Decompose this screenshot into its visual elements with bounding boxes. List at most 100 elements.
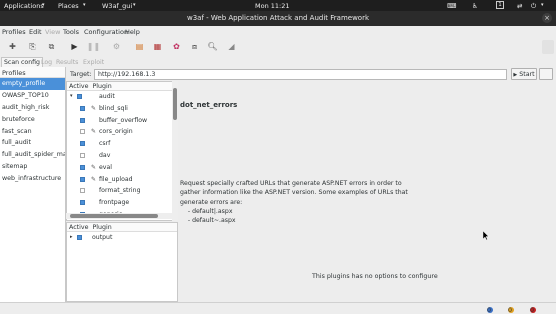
plugin-row[interactable]: csrf	[67, 138, 177, 150]
plugin-description: Request specially crafted URLs that gene…	[180, 180, 408, 225]
profiles-header: Profiles	[0, 67, 65, 78]
chevron-down-icon: ▾	[133, 1, 136, 8]
plugin-group-row[interactable]: ▾ audit	[67, 91, 177, 103]
app-menu[interactable]: W3af_gui	[102, 2, 132, 10]
plugin-row[interactable]: ✎ blind_sqli	[67, 103, 177, 115]
menu-tools[interactable]: Tools	[63, 28, 79, 36]
target-label: Target:	[70, 71, 92, 78]
profile-item[interactable]: web_infrastructure	[0, 173, 65, 185]
plugin-checkbox[interactable]	[80, 188, 85, 194]
close-icon[interactable]: ×	[542, 13, 552, 23]
proxy-icon[interactable]: ◢	[225, 40, 238, 53]
plugin-name: frontpage	[99, 199, 130, 207]
menu-bar: Profiles Edit View Tools Configuration H…	[0, 26, 556, 38]
column-plugin[interactable]: Plugin	[93, 224, 112, 231]
plugin-row[interactable]: ✎ file_upload	[67, 174, 177, 186]
plugin-checkbox[interactable]	[80, 129, 85, 135]
tab-exploit[interactable]: Exploit	[80, 57, 107, 67]
plugin-row[interactable]: ✎ eval	[67, 162, 177, 174]
column-active[interactable]: Active	[69, 83, 88, 90]
chevron-down-icon: ▾	[83, 1, 86, 8]
save-as-profile-icon[interactable]: ⧉	[45, 40, 58, 53]
tab-bar: Scan config Log Results Exploit	[0, 57, 556, 67]
column-plugin[interactable]: Plugin	[93, 83, 112, 90]
next-button[interactable]	[539, 68, 553, 80]
target-input[interactable]: http://192.168.1.3	[94, 69, 507, 80]
export-icon[interactable]: ⧈	[188, 40, 201, 53]
keyboard-icon[interactable]: ⌨	[447, 2, 456, 10]
window-titlebar: w3af - Web Application Attack and Audit …	[0, 11, 556, 26]
plugin-name: buffer_overflow	[99, 116, 148, 124]
plugins-vertical-scroll-thumb[interactable]	[173, 88, 177, 120]
plugins-horizontal-scroll-thumb[interactable]	[70, 214, 158, 218]
power-icon[interactable]: ⏻	[531, 2, 536, 11]
plugin-name: file_upload	[99, 175, 133, 183]
plugin-row[interactable]: frontpage	[67, 197, 177, 209]
plugin-row[interactable]: dav	[67, 150, 177, 162]
profile-item[interactable]: sitemap	[0, 161, 65, 173]
output-plugins-tree: Active Plugin ▸ output	[66, 222, 178, 302]
warning-icon: ✎	[91, 163, 97, 171]
menu-view[interactable]: View	[45, 28, 60, 36]
gear-icon[interactable]: ⚙	[110, 40, 123, 53]
plugin-name: dav	[99, 151, 111, 159]
expand-arrow-icon[interactable]: ▸	[70, 234, 73, 240]
profile-item[interactable]: full_audit	[0, 137, 65, 149]
new-profile-icon[interactable]: ✚	[6, 40, 19, 53]
plugin-name: format_string	[99, 187, 141, 195]
plugin-row[interactable]: ✎ cors_origin	[67, 126, 177, 138]
menu-help[interactable]: Help	[125, 28, 140, 36]
profile-item[interactable]: OWASP_TOP10	[0, 90, 65, 102]
plugin-checkbox[interactable]	[80, 117, 85, 123]
profile-item[interactable]: bruteforce	[0, 114, 65, 126]
plugin-checkbox[interactable]	[80, 141, 85, 147]
system-top-bar: Applications ▾ Places ▾ W3af_gui ▾ Mon 1…	[0, 0, 556, 11]
plugin-row[interactable]: buffer_overflow	[67, 115, 177, 127]
menu-profiles[interactable]: Profiles	[2, 28, 26, 36]
output-group-row[interactable]: ▸ output	[67, 232, 177, 244]
plugin-checkbox[interactable]	[80, 176, 85, 182]
profiles-list: Profiles empty_profile OWASP_TOP10 audit…	[0, 67, 66, 302]
column-active[interactable]: Active	[69, 224, 88, 231]
compare-icon[interactable]: 🔍︎	[206, 40, 219, 53]
menu-configuration[interactable]: Configuration	[84, 28, 128, 36]
plugin-detail-pane: dot_net_errors Request specially crafted…	[178, 81, 556, 302]
profile-item[interactable]: fast_scan	[0, 126, 65, 138]
warning-icon: ✎	[91, 104, 97, 112]
window-title: w3af - Web Application Attack and Audit …	[186, 14, 370, 22]
target-row: Target: http://192.168.1.3	[68, 69, 554, 80]
expand-arrow-icon[interactable]: ▾	[70, 93, 73, 99]
workspace-indicator[interactable]: 1	[496, 1, 504, 9]
start-button[interactable]: ▶ Start	[511, 68, 537, 80]
pause-icon[interactable]: ❚❚	[87, 40, 100, 53]
profile-item[interactable]: empty_profile	[0, 78, 65, 90]
accessibility-icon[interactable]: ♿	[472, 2, 478, 10]
tab-results[interactable]: Results	[53, 57, 81, 67]
group-checkbox[interactable]	[77, 94, 82, 99]
plugin-row[interactable]: format_string	[67, 185, 177, 197]
manual-request-icon[interactable]: ▤	[133, 40, 146, 53]
clock[interactable]: Mon 11:21	[255, 2, 290, 10]
save-profile-icon[interactable]: ⎘	[26, 40, 39, 53]
plugin-checkbox[interactable]	[80, 200, 85, 206]
start-label: Start	[519, 71, 535, 78]
fuzzy-request-icon[interactable]: ▦	[151, 40, 164, 53]
plugin-checkbox[interactable]	[80, 105, 85, 111]
encode-decode-icon[interactable]: ✿	[170, 40, 183, 53]
menu-edit[interactable]: Edit	[29, 28, 42, 36]
plugin-title: dot_net_errors	[180, 101, 238, 109]
plugin-checkbox[interactable]	[80, 152, 85, 158]
network-icon[interactable]: ⇄	[517, 2, 522, 10]
group-checkbox[interactable]	[77, 235, 82, 240]
play-icon[interactable]: ▶	[68, 40, 81, 53]
profile-item[interactable]: full_audit_spider_man	[0, 149, 65, 161]
warning-icon: ✎	[91, 175, 97, 183]
play-icon: ▶	[513, 72, 518, 78]
no-options-message: This plugins has no options to configure	[312, 273, 438, 280]
profile-item[interactable]: audit_high_risk	[0, 102, 65, 114]
applications-menu[interactable]: Applications	[4, 2, 44, 10]
places-menu[interactable]: Places	[58, 2, 79, 10]
plugins-column-header: Active Plugin	[67, 82, 177, 91]
tab-scan-config[interactable]: Scan config	[1, 57, 43, 67]
plugin-checkbox[interactable]	[80, 164, 85, 170]
